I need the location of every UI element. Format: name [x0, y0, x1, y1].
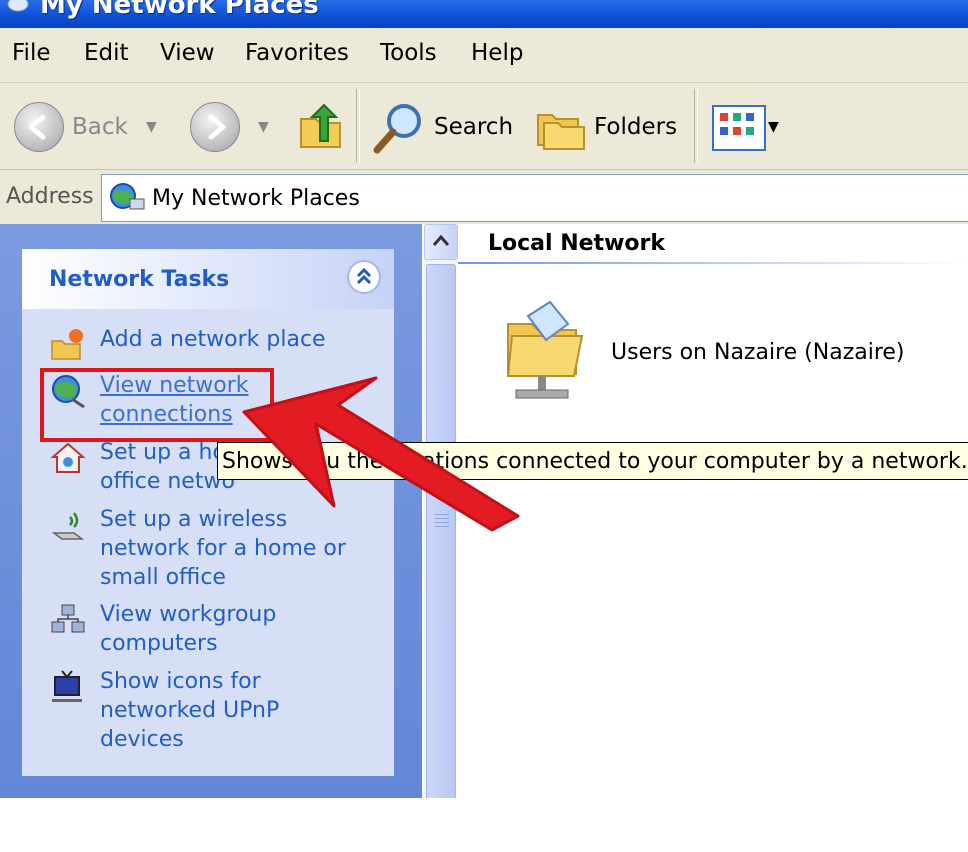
- red-arrow-annotation: [242, 376, 520, 532]
- bottom-area: [0, 798, 968, 852]
